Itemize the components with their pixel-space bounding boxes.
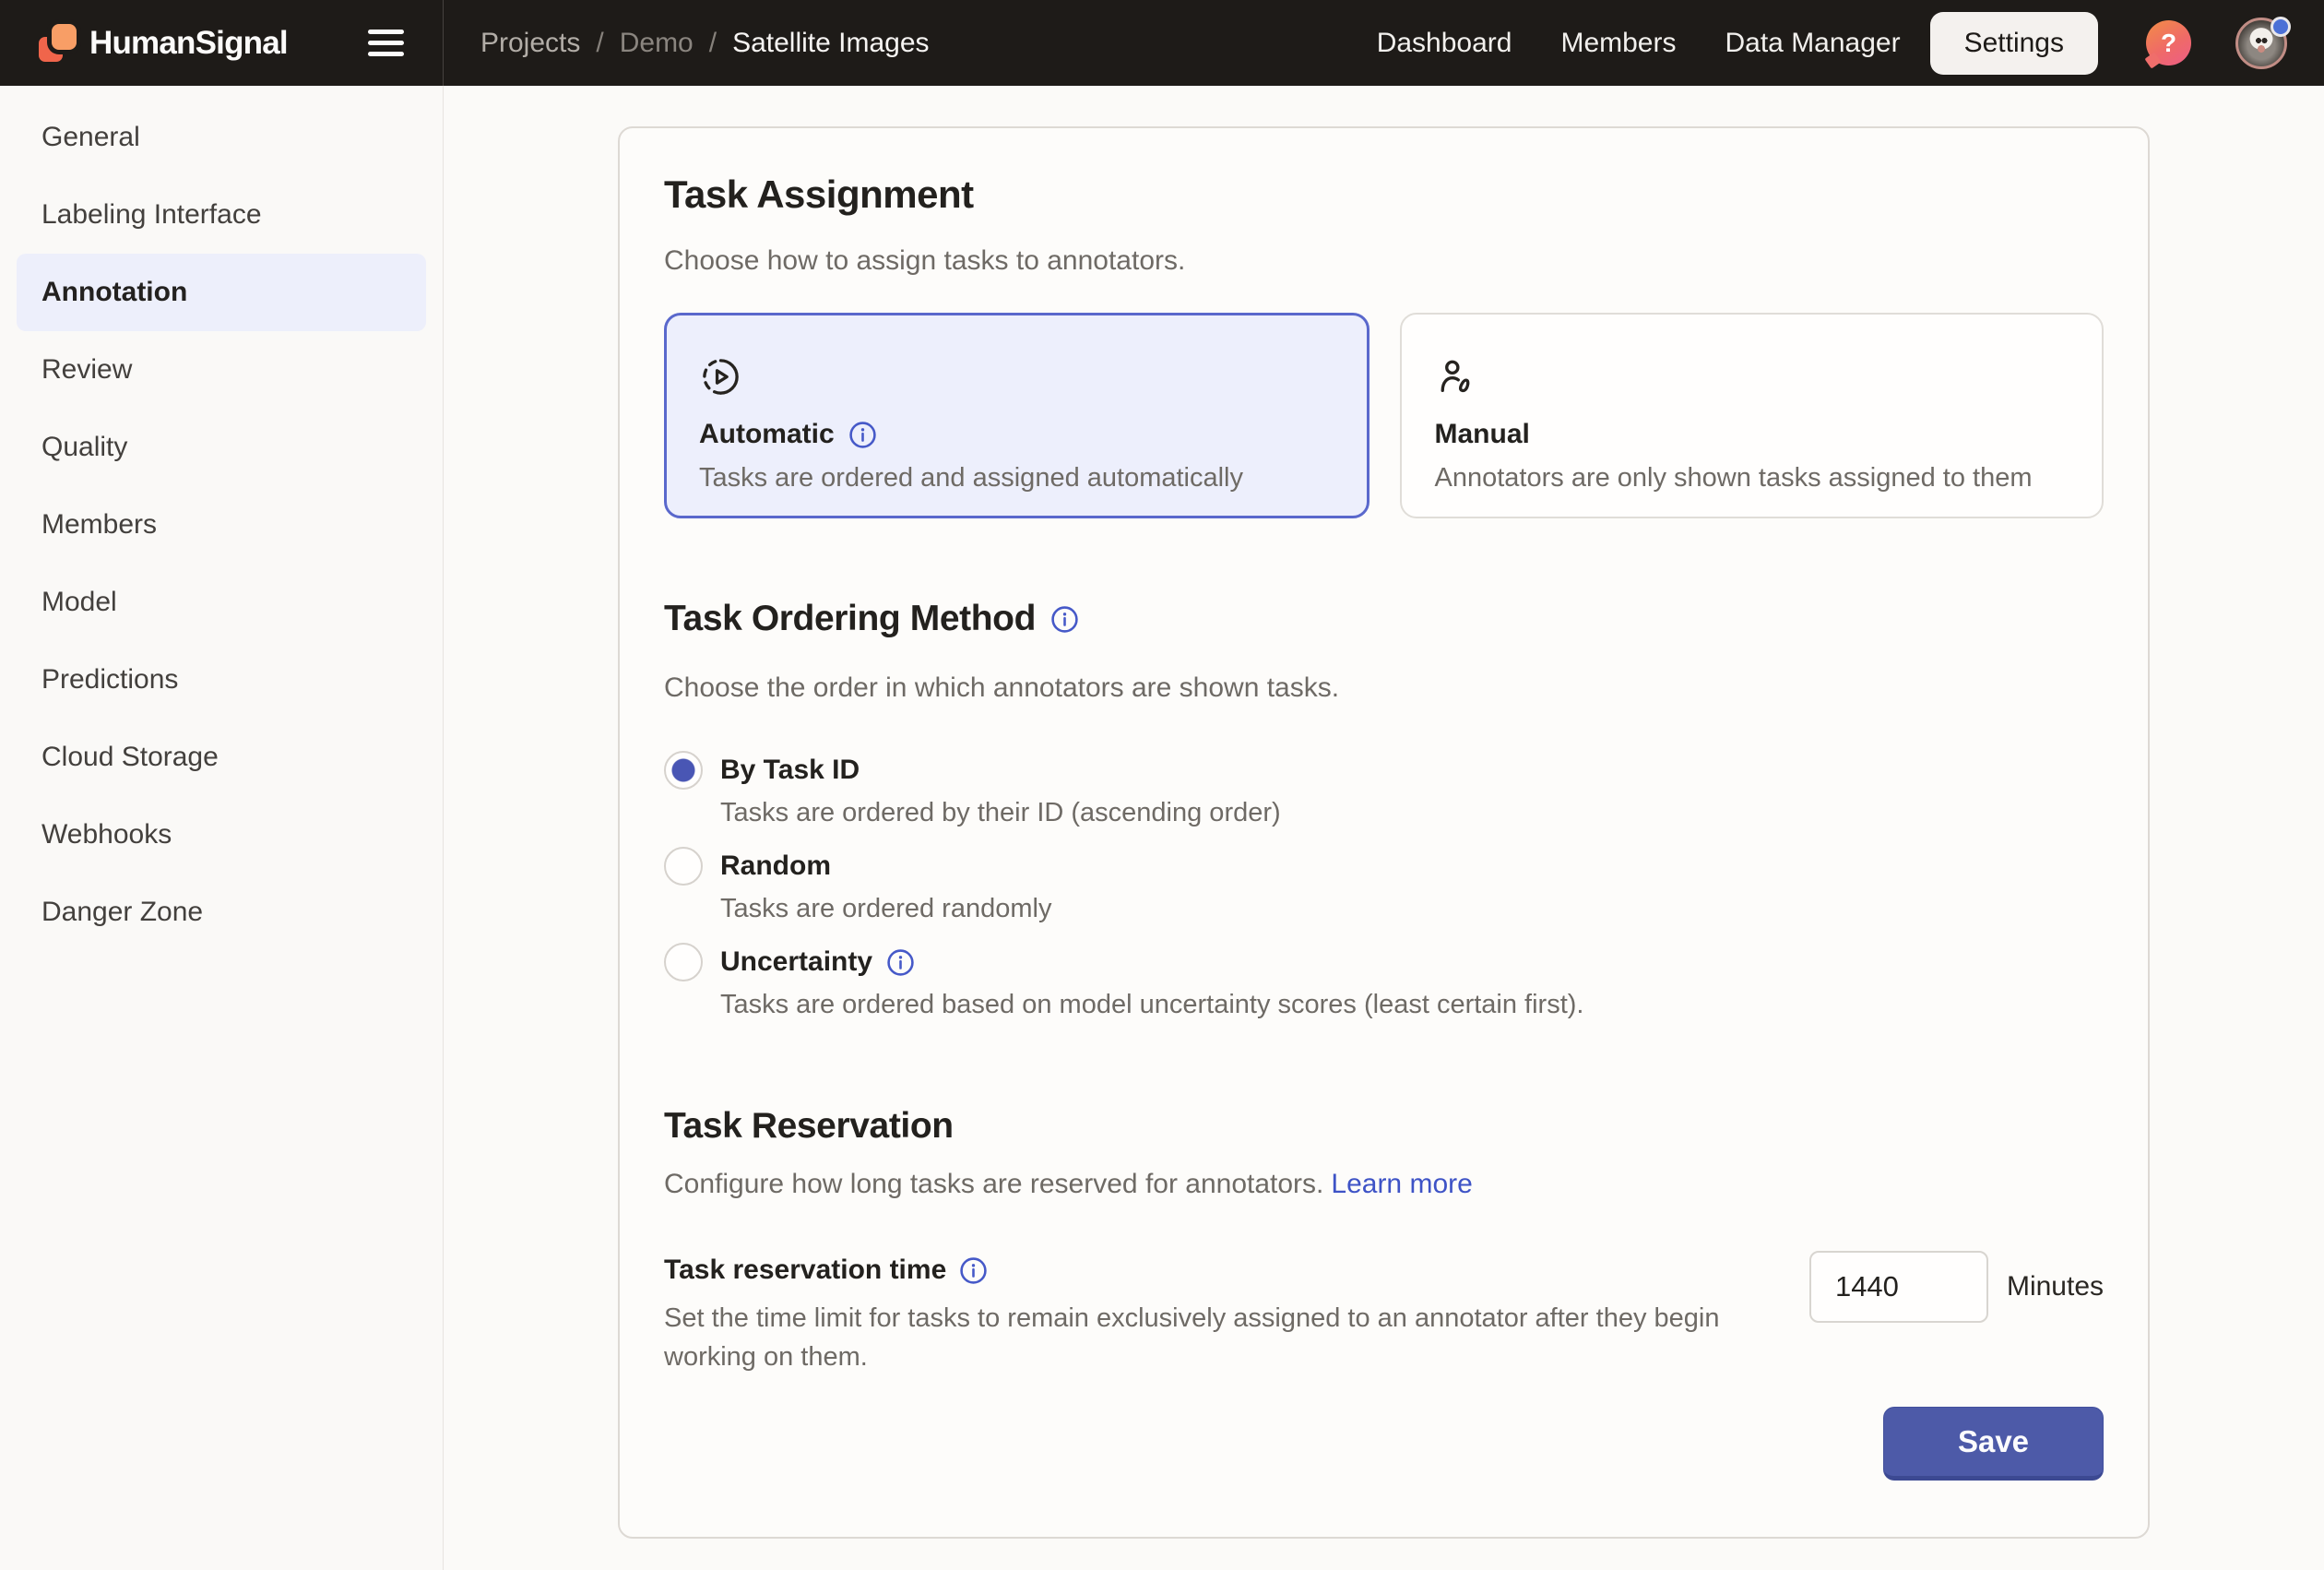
radio-description-by-task-id: Tasks are ordered by their ID (ascending… bbox=[720, 795, 2104, 830]
breadcrumb-current-page: Satellite Images bbox=[732, 28, 929, 59]
radio-button-random[interactable] bbox=[664, 847, 703, 886]
avatar-status-badge bbox=[2271, 17, 2291, 37]
radio-label-random: Random bbox=[720, 850, 831, 882]
radio-row-random[interactable]: Random bbox=[664, 847, 2104, 886]
info-circle-icon[interactable] bbox=[886, 948, 915, 977]
radio-description-uncertainty: Tasks are ordered based on model uncerta… bbox=[720, 987, 2104, 1022]
reservation-field-info: Task reservation time Set the time limit… bbox=[664, 1251, 1752, 1376]
topbar-left-section: HumanSignal bbox=[0, 0, 444, 86]
reservation-time-description: Set the time limit for tasks to remain e… bbox=[664, 1299, 1752, 1376]
annotation-settings-panel: Task Assignment Choose how to assign tas… bbox=[618, 126, 2150, 1539]
user-edit-icon bbox=[1435, 355, 1478, 398]
radio-item-random: Random Tasks are ordered randomly bbox=[664, 847, 2104, 926]
save-button[interactable]: Save bbox=[1883, 1407, 2104, 1481]
auto-assign-play-icon bbox=[699, 355, 742, 398]
radio-item-uncertainty: Uncertainty Tasks are ordered based on m… bbox=[664, 943, 2104, 1022]
sidebar-item-review[interactable]: Review bbox=[17, 331, 426, 409]
automatic-card-title: Automatic bbox=[699, 419, 835, 450]
task-assignment-title: Task Assignment bbox=[664, 171, 2104, 219]
radio-button-uncertainty[interactable] bbox=[664, 943, 703, 981]
radio-label-uncertainty: Uncertainty bbox=[720, 946, 872, 978]
radio-row-by-task-id[interactable]: By Task ID bbox=[664, 751, 2104, 790]
reservation-time-label: Task reservation time bbox=[664, 1255, 946, 1286]
breadcrumb-separator: / bbox=[709, 28, 717, 59]
hamburger-menu-icon[interactable] bbox=[366, 24, 406, 62]
sidebar-item-annotation[interactable]: Annotation bbox=[17, 254, 426, 331]
radio-description-random: Tasks are ordered randomly bbox=[720, 891, 2104, 926]
sidebar-item-model[interactable]: Model bbox=[17, 564, 426, 641]
radio-row-uncertainty[interactable]: Uncertainty bbox=[664, 943, 2104, 981]
top-bar: HumanSignal Projects / Demo / Satellite … bbox=[0, 0, 2324, 86]
nav-data-manager[interactable]: Data Manager bbox=[1725, 28, 1900, 59]
radio-item-by-task-id: By Task ID Tasks are ordered by their ID… bbox=[664, 751, 2104, 830]
help-speech-bubble-icon[interactable]: ? bbox=[2146, 20, 2191, 65]
sidebar-item-cloud-storage[interactable]: Cloud Storage bbox=[17, 719, 426, 796]
nav-members[interactable]: Members bbox=[1560, 28, 1676, 59]
settings-sidebar: General Labeling Interface Annotation Re… bbox=[0, 86, 444, 1570]
breadcrumb-project-name[interactable]: Demo bbox=[620, 28, 694, 59]
sidebar-item-quality[interactable]: Quality bbox=[17, 409, 426, 486]
manual-assignment-card[interactable]: Manual Annotators are only shown tasks a… bbox=[1400, 313, 2105, 518]
save-row: Save bbox=[664, 1407, 2104, 1481]
user-avatar[interactable] bbox=[2235, 18, 2287, 69]
reservation-input-group: Minutes bbox=[1809, 1251, 2104, 1323]
manual-card-description: Annotators are only shown tasks assigned… bbox=[1435, 463, 2103, 494]
task-reservation-title: Task Reservation bbox=[664, 1103, 954, 1149]
task-ordering-subtitle: Choose the order in which annotators are… bbox=[664, 670, 2104, 707]
sidebar-item-labeling-interface[interactable]: Labeling Interface bbox=[17, 176, 426, 254]
sidebar-item-general[interactable]: General bbox=[17, 99, 426, 176]
sidebar-item-danger-zone[interactable]: Danger Zone bbox=[17, 874, 426, 951]
sidebar-item-members[interactable]: Members bbox=[17, 486, 426, 564]
info-circle-icon[interactable] bbox=[1050, 605, 1079, 634]
main-content: Task Assignment Choose how to assign tas… bbox=[444, 86, 2324, 1570]
manual-card-title: Manual bbox=[1435, 419, 1530, 450]
breadcrumb-separator: / bbox=[596, 28, 603, 59]
breadcrumb: Projects / Demo / Satellite Images bbox=[480, 28, 930, 59]
humansignal-logo[interactable]: HumanSignal bbox=[39, 24, 288, 62]
radio-button-by-task-id[interactable] bbox=[664, 751, 703, 790]
breadcrumb-projects[interactable]: Projects bbox=[480, 28, 580, 59]
radio-label-by-task-id: By Task ID bbox=[720, 755, 860, 786]
topbar-right-section: Dashboard Members Data Manager Settings … bbox=[1328, 12, 2324, 75]
sidebar-item-webhooks[interactable]: Webhooks bbox=[17, 796, 426, 874]
nav-settings-active[interactable]: Settings bbox=[1930, 12, 2098, 75]
automatic-card-description: Tasks are ordered and assigned automatic… bbox=[699, 463, 1367, 494]
task-reservation-row: Task reservation time Set the time limit… bbox=[664, 1251, 2104, 1376]
task-assignment-subtitle: Choose how to assign tasks to annotators… bbox=[664, 243, 2104, 280]
info-circle-icon[interactable] bbox=[848, 421, 877, 449]
reservation-unit-label: Minutes bbox=[2007, 1271, 2104, 1302]
task-reservation-subtitle-text: Configure how long tasks are reserved fo… bbox=[664, 1169, 1323, 1199]
task-reservation-subtitle: Configure how long tasks are reserved fo… bbox=[664, 1166, 2104, 1203]
learn-more-link[interactable]: Learn more bbox=[1331, 1169, 1472, 1199]
task-ordering-title: Task Ordering Method bbox=[664, 596, 1036, 642]
sidebar-item-predictions[interactable]: Predictions bbox=[17, 641, 426, 719]
reservation-time-input[interactable] bbox=[1809, 1251, 1988, 1323]
assignment-option-cards: Automatic Tasks are ordered and assigned… bbox=[664, 313, 2104, 518]
humansignal-logo-icon bbox=[39, 24, 77, 62]
task-ordering-radio-group: By Task ID Tasks are ordered by their ID… bbox=[664, 751, 2104, 1022]
logo-text: HumanSignal bbox=[89, 25, 288, 62]
automatic-assignment-card[interactable]: Automatic Tasks are ordered and assigned… bbox=[664, 313, 1370, 518]
nav-dashboard[interactable]: Dashboard bbox=[1377, 28, 1512, 59]
info-circle-icon[interactable] bbox=[959, 1256, 988, 1285]
